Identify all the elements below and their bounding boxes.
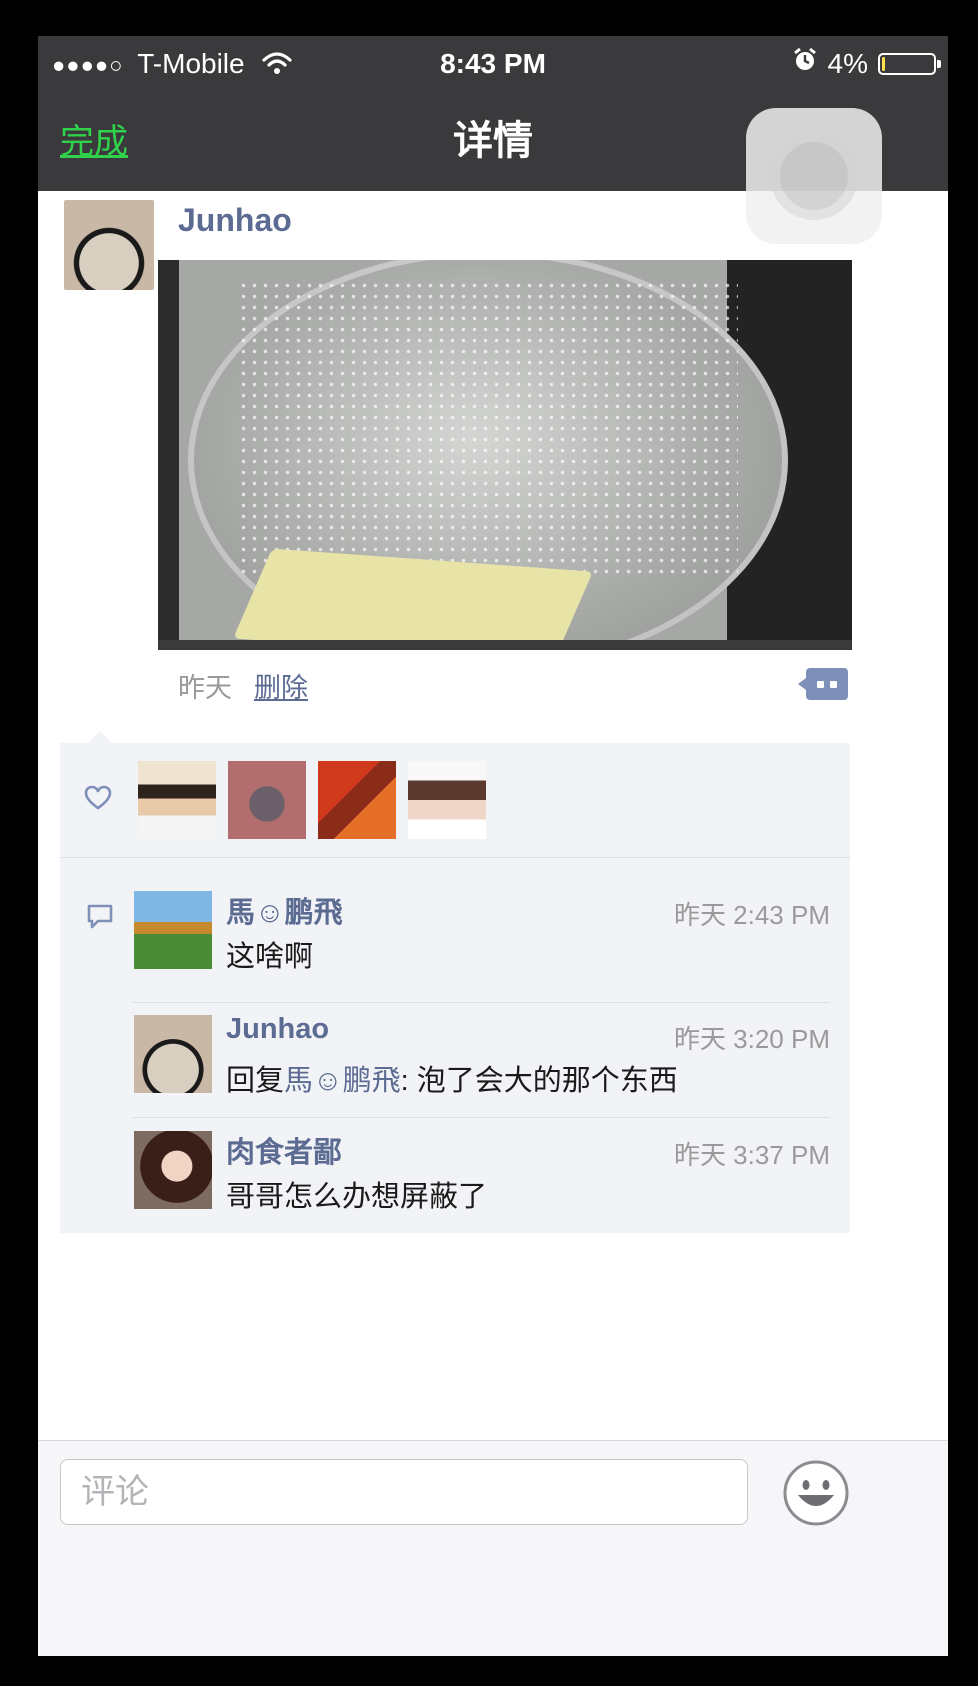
divider <box>132 1002 830 1003</box>
assistive-touch-icon <box>780 142 848 210</box>
reply-prefix: 回复 <box>226 1065 285 1097</box>
commenter-name[interactable]: Junhao <box>226 1013 329 1046</box>
liker-avatar[interactable] <box>138 761 216 839</box>
commenter-avatar[interactable] <box>134 1131 212 1209</box>
comment-bar <box>38 1440 948 1656</box>
battery-fill <box>882 57 885 71</box>
commenter-avatar[interactable] <box>134 1015 212 1093</box>
comment-text: 哥哥怎么办想屏蔽了 <box>226 1181 488 1213</box>
photo-bubbles <box>238 280 738 580</box>
comment-action-icon[interactable] <box>798 668 848 700</box>
reply-body: : 泡了会大的那个东西 <box>400 1065 678 1097</box>
assistive-touch-button[interactable] <box>746 108 882 244</box>
comment-input[interactable] <box>60 1459 748 1525</box>
comment-time: 昨天 2:43 PM <box>673 900 830 930</box>
phone-screen: ●●●●○ T-Mobile 8:43 PM 4% 完成 详情 Junhao 昨… <box>38 36 948 1656</box>
comment-text: 这啥啊 <box>226 941 314 973</box>
post-photo[interactable] <box>158 260 852 650</box>
divider <box>132 1117 830 1118</box>
alarm-icon <box>792 44 818 84</box>
comment-bubble-icon <box>86 903 114 936</box>
comment-time: 昨天 3:20 PM <box>673 1024 830 1054</box>
likes-row <box>60 743 850 858</box>
heart-icon <box>84 785 112 816</box>
reply-mention[interactable]: 馬☺鹏飛 <box>284 1065 401 1097</box>
poster-avatar[interactable] <box>64 200 154 290</box>
likes-comments-panel: 馬☺鹏飛 昨天 2:43 PM 这啥啊 Junhao 昨天 3:20 PM 回复… <box>60 731 850 1233</box>
photo-edge <box>158 640 852 650</box>
commenter-name[interactable]: 肉食者鄙 <box>226 1129 342 1171</box>
liker-avatar[interactable] <box>318 761 396 839</box>
liker-avatar[interactable] <box>228 761 306 839</box>
battery-percent: 4% <box>827 48 868 79</box>
delete-link[interactable]: 删除 <box>254 666 308 705</box>
poster-name[interactable]: Junhao <box>178 202 292 239</box>
post-timestamp: 昨天 <box>178 673 232 703</box>
battery-icon <box>878 53 941 75</box>
status-right: 4% <box>792 44 941 84</box>
panel-notch <box>88 731 112 743</box>
comment-text: 回复馬☺鹏飛: 泡了会大的那个东西 <box>226 1057 678 1099</box>
emoji-icon[interactable] <box>782 1459 850 1527</box>
commenter-name[interactable]: 馬☺鹏飛 <box>226 889 343 931</box>
comment-time: 昨天 3:37 PM <box>673 1140 830 1170</box>
liker-avatar[interactable] <box>408 761 486 839</box>
commenter-avatar[interactable] <box>134 891 212 969</box>
